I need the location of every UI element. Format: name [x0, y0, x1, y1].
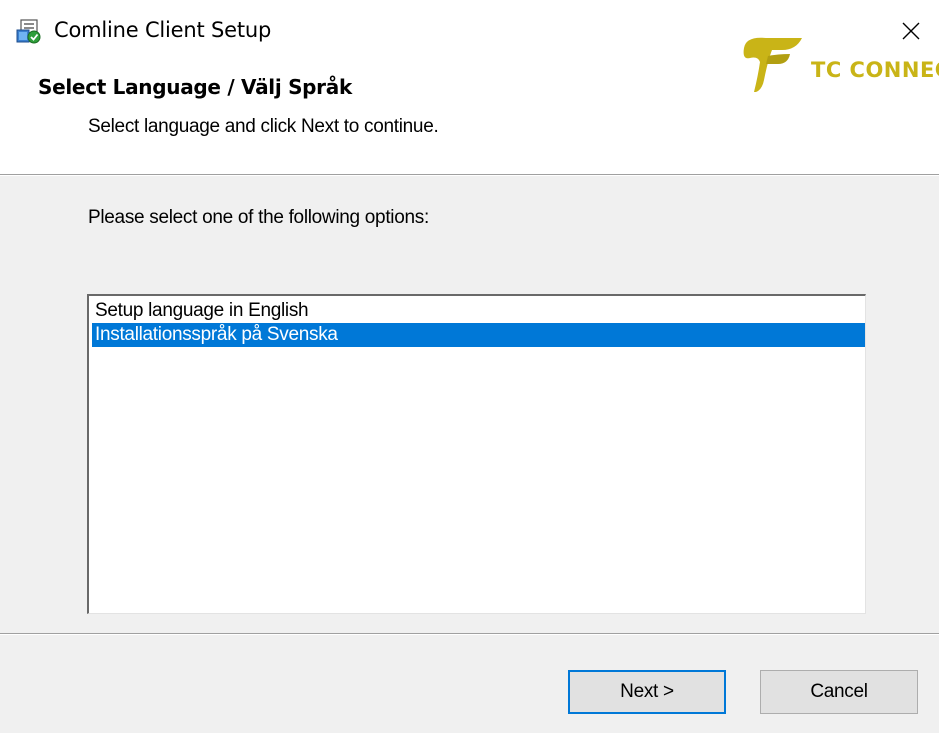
- next-button[interactable]: Next >: [568, 670, 726, 714]
- header-divider-highlight: [0, 175, 939, 176]
- language-option-swedish[interactable]: Installationsspråk på Svenska: [92, 323, 865, 347]
- cancel-button[interactable]: Cancel: [760, 670, 918, 714]
- page-subtitle: Select language and click Next to contin…: [88, 116, 439, 137]
- page-title: Select Language / Välj Språk: [38, 75, 352, 99]
- installer-icon: [16, 19, 41, 44]
- window-title: Comline Client Setup: [54, 18, 272, 42]
- language-option-english[interactable]: Setup language in English: [92, 299, 865, 323]
- logo-text: TC CONNECT: [811, 58, 939, 82]
- footer-divider-highlight: [0, 634, 939, 635]
- setup-dialog: Comline Client Setup Select Language / V…: [0, 0, 939, 733]
- options-prompt: Please select one of the following optio…: [88, 207, 429, 228]
- language-listbox[interactable]: Setup language in English Installationss…: [87, 294, 866, 614]
